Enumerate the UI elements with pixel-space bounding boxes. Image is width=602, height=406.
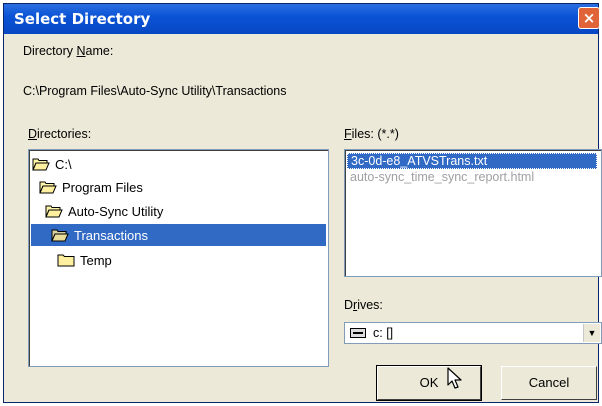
directory-item-label: C:\ xyxy=(55,156,72,172)
directory-item-auto-sync-utility[interactable]: Auto-Sync Utility xyxy=(45,200,309,222)
open-folder-icon xyxy=(32,158,50,171)
file-item[interactable]: auto-sync_time_sync_report.html xyxy=(347,170,537,186)
directory-path: C:\Program Files\Auto-Sync Utility\Trans… xyxy=(23,84,287,98)
file-item-selected[interactable]: 3c-0d-e8_ATVSTrans.txt xyxy=(347,153,597,169)
directory-item-label: Program Files xyxy=(62,179,143,195)
files-list[interactable]: 3c-0d-e8_ATVSTrans.txt auto-sync_time_sy… xyxy=(344,149,602,277)
dialog-title: Select Directory xyxy=(14,10,151,28)
directories-list[interactable]: C:\ Program Files Auto-Sync Utility Tran… xyxy=(28,149,329,367)
directory-name-label: Directory Name: xyxy=(23,44,114,58)
ok-button[interactable]: OK xyxy=(376,365,482,401)
open-folder-icon xyxy=(51,229,69,242)
files-label: Files: (*.*) xyxy=(344,127,399,141)
title-bar[interactable]: Select Directory × xyxy=(4,4,600,34)
close-icon[interactable]: × xyxy=(578,7,600,29)
directory-item-c-drive[interactable]: C:\ xyxy=(32,153,312,175)
open-folder-icon xyxy=(39,181,57,194)
open-folder-icon xyxy=(45,205,63,218)
directory-item-label: Temp xyxy=(80,252,112,268)
cancel-button[interactable]: Cancel xyxy=(501,366,597,400)
directory-item-program-files[interactable]: Program Files xyxy=(39,176,309,198)
drive-selected-value: c: [] xyxy=(373,326,394,340)
drives-label: Drives: xyxy=(344,298,383,312)
directory-item-temp[interactable]: Temp xyxy=(57,249,307,271)
dropdown-arrow-icon[interactable]: ▼ xyxy=(583,324,600,342)
directory-item-label: Auto-Sync Utility xyxy=(68,203,164,219)
directory-item-label: Transactions xyxy=(74,227,148,243)
drives-select[interactable]: c: [] ▼ xyxy=(344,322,602,344)
folder-icon xyxy=(57,254,75,267)
mouse-pointer-icon xyxy=(447,367,462,389)
directories-label: Directories: xyxy=(28,127,92,141)
directory-item-transactions[interactable]: Transactions xyxy=(31,224,326,246)
select-directory-dialog: Select Directory × Directory Name: C:\Pr… xyxy=(3,3,602,403)
drive-icon xyxy=(350,328,366,338)
